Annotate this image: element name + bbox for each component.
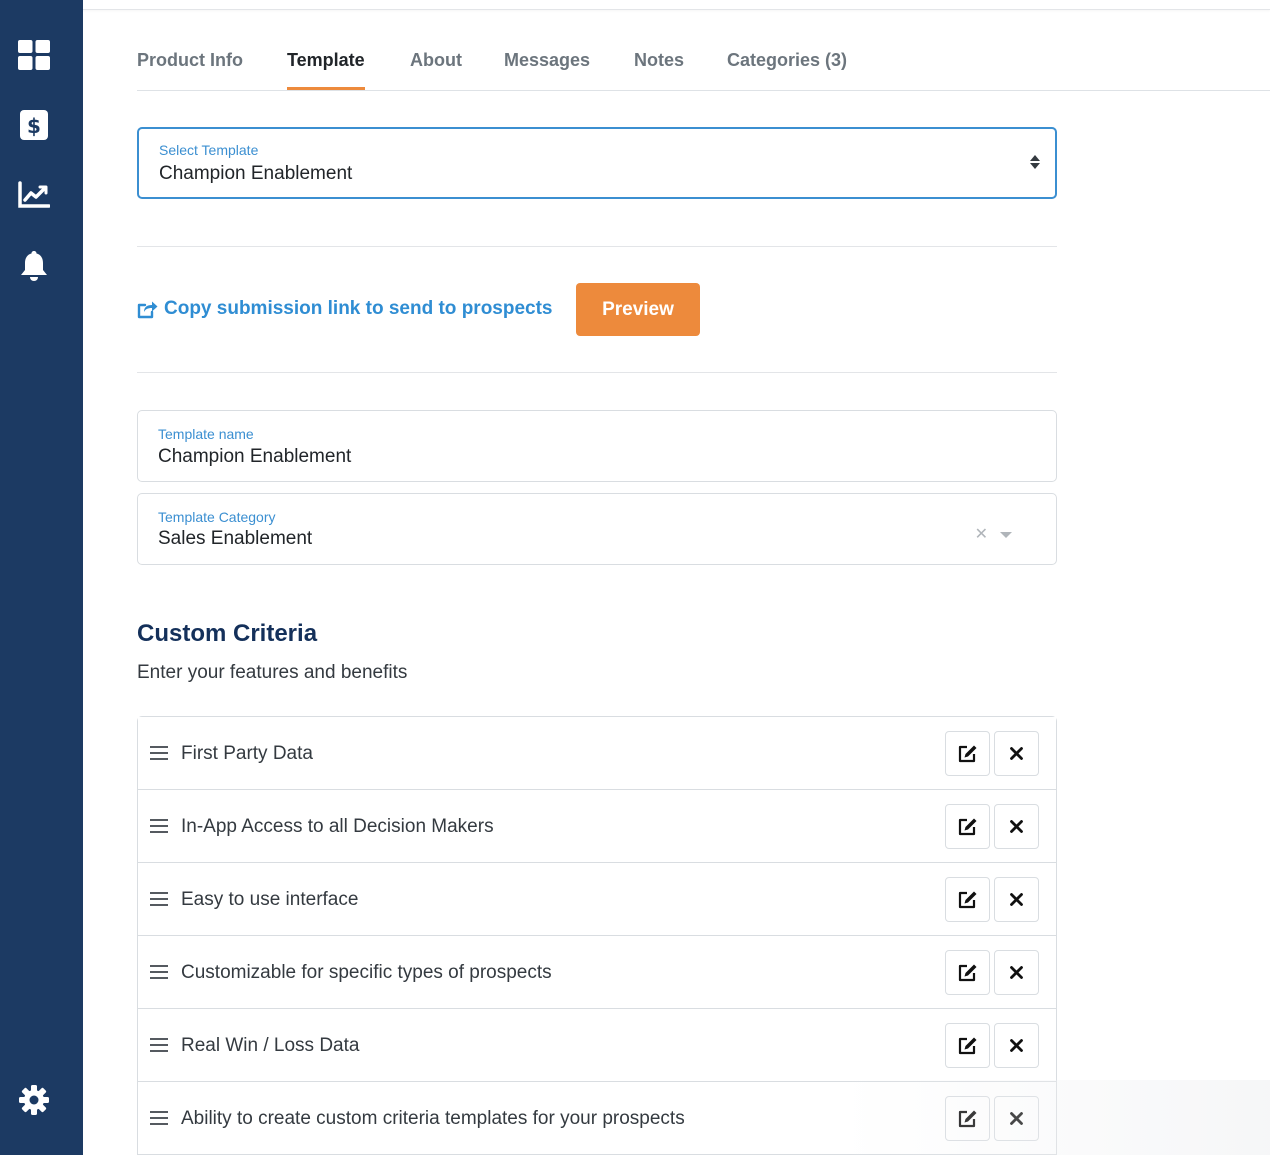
dollar-icon[interactable]: $ [17, 108, 51, 142]
criteria-list: First Party Data In-App Access to all De… [137, 716, 1057, 1155]
close-icon [1010, 820, 1023, 833]
tab-categories[interactable]: Categories (3) [727, 50, 847, 70]
chevron-down-icon[interactable] [1000, 532, 1012, 538]
edit-button[interactable] [945, 950, 990, 995]
close-icon [1010, 1039, 1023, 1052]
edit-icon [958, 891, 976, 909]
delete-button[interactable] [994, 804, 1039, 849]
dashboard-grid-icon[interactable] [17, 38, 51, 72]
clear-selection-icon[interactable]: ✕ [975, 527, 988, 543]
criteria-row: Customizable for specific types of prosp… [138, 936, 1056, 1009]
share-external-icon [137, 301, 158, 318]
edit-button[interactable] [945, 1096, 990, 1141]
chart-line-icon[interactable] [17, 178, 51, 212]
edit-icon [958, 1037, 976, 1055]
tab-product-info[interactable]: Product Info [137, 50, 243, 70]
edit-icon [958, 818, 976, 836]
tab-notes[interactable]: Notes [634, 50, 684, 70]
copy-link-label: Copy submission link to send to prospect… [164, 298, 553, 319]
template-category-label: Template Category [158, 509, 276, 525]
edit-button[interactable] [945, 731, 990, 776]
tab-about[interactable]: About [410, 50, 462, 70]
criteria-text: In-App Access to all Decision Makers [181, 816, 494, 837]
delete-button[interactable] [994, 731, 1039, 776]
close-icon [1010, 1112, 1023, 1125]
edit-button[interactable] [945, 804, 990, 849]
edit-icon [958, 1110, 976, 1128]
close-icon [1010, 966, 1023, 979]
bell-icon[interactable] [17, 249, 51, 283]
delete-button[interactable] [994, 950, 1039, 995]
template-name-field[interactable]: Template name Champion Enablement [137, 410, 1057, 482]
template-name-label: Template name [158, 426, 254, 442]
top-bar [83, 0, 1270, 10]
sidebar: $ [0, 0, 83, 1155]
select-template-dropdown[interactable]: Select Template Champion Enablement [137, 127, 1057, 199]
delete-button[interactable] [994, 1023, 1039, 1068]
svg-text:$: $ [27, 114, 41, 138]
criteria-text: Easy to use interface [181, 889, 359, 910]
gear-icon[interactable] [17, 1083, 51, 1117]
close-icon [1010, 747, 1023, 760]
edit-icon [958, 964, 976, 982]
criteria-text: Customizable for specific types of prosp… [181, 962, 552, 983]
select-template-label: Select Template [159, 142, 259, 158]
template-name-value: Champion Enablement [158, 446, 352, 467]
edit-icon [958, 745, 976, 763]
drag-handle-icon[interactable] [150, 965, 168, 979]
criteria-text: Ability to create custom criteria templa… [181, 1108, 685, 1129]
delete-button[interactable] [994, 877, 1039, 922]
drag-handle-icon[interactable] [150, 892, 168, 906]
template-category-select[interactable]: Template Category Sales Enablement ✕ [137, 493, 1057, 565]
preview-button[interactable]: Preview [576, 283, 700, 336]
criteria-row: Real Win / Loss Data [138, 1009, 1056, 1082]
divider [137, 372, 1057, 373]
template-category-value: Sales Enablement [158, 528, 313, 549]
criteria-text: First Party Data [181, 743, 313, 764]
delete-button[interactable] [994, 1096, 1039, 1141]
sort-arrows-icon [1030, 155, 1040, 169]
copy-submission-link[interactable]: Copy submission link to send to prospect… [137, 297, 553, 321]
divider [137, 246, 1057, 247]
custom-criteria-subtitle: Enter your features and benefits [137, 662, 408, 683]
select-template-value: Champion Enablement [159, 163, 353, 184]
criteria-row: Easy to use interface [138, 863, 1056, 936]
tab-template[interactable]: Template [287, 50, 365, 90]
drag-handle-icon[interactable] [150, 746, 168, 760]
criteria-row: Ability to create custom criteria templa… [138, 1082, 1056, 1155]
drag-handle-icon[interactable] [150, 1111, 168, 1125]
drag-handle-icon[interactable] [150, 819, 168, 833]
close-icon [1010, 893, 1023, 906]
drag-handle-icon[interactable] [150, 1038, 168, 1052]
criteria-text: Real Win / Loss Data [181, 1035, 360, 1056]
edit-button[interactable] [945, 877, 990, 922]
edit-button[interactable] [945, 1023, 990, 1068]
custom-criteria-title: Custom Criteria [137, 620, 318, 647]
tab-bar: Product Info Template About Messages Not… [137, 40, 1270, 91]
criteria-row: In-App Access to all Decision Makers [138, 790, 1056, 863]
criteria-row: First Party Data [138, 717, 1056, 790]
tab-messages[interactable]: Messages [504, 50, 590, 70]
